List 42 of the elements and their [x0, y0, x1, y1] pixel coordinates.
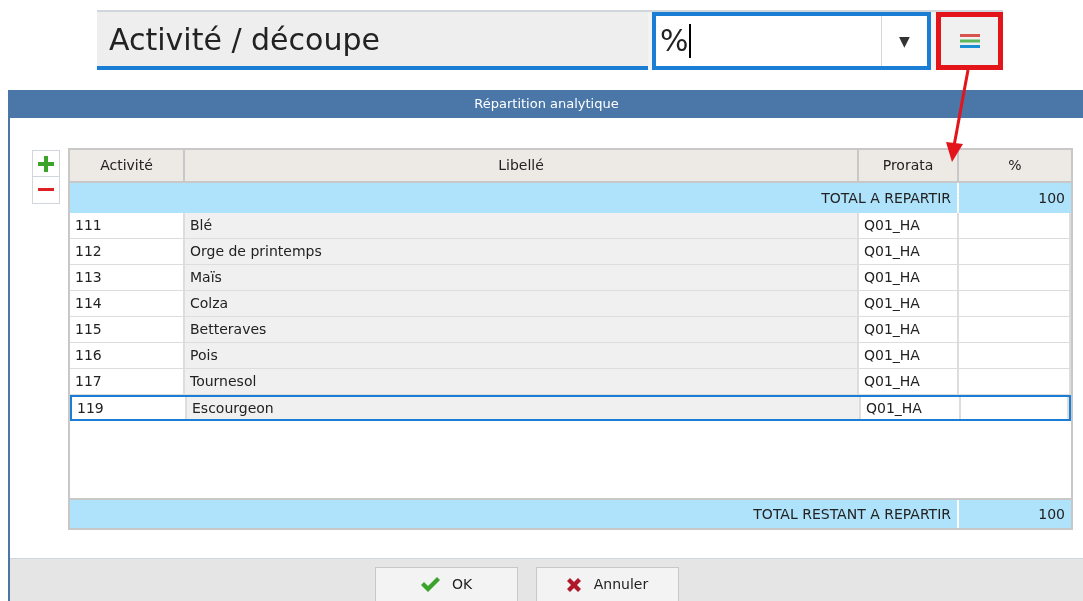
table-cell-text: Orge de printemps: [190, 242, 322, 261]
table-cell-text: 113: [75, 268, 102, 287]
table-cell-text: 112: [75, 242, 102, 261]
ok-button[interactable]: OK: [374, 567, 518, 601]
total-value: 100: [1037, 188, 1066, 208]
column-header[interactable]: Activité: [70, 150, 185, 181]
table-cell-text: Pois: [190, 346, 218, 365]
table-cell-text: Blé: [190, 216, 213, 235]
minus-icon: [38, 188, 54, 192]
table-cell-text: 114: [75, 294, 102, 313]
table-cell-text: Q01_HA: [864, 294, 920, 313]
table-cell-text: 119: [77, 398, 104, 418]
table-cell-text: Colza: [190, 294, 229, 313]
cancel-button[interactable]: Annuler: [535, 567, 679, 601]
table-cell-text: Q01_HA: [864, 216, 920, 235]
table-row[interactable]: 119 Escourgeon Q01_HA: [70, 395, 1071, 421]
close-icon: [565, 576, 582, 593]
table-cell-text: 115: [75, 320, 102, 339]
table-cell-text: Q01_HA: [864, 346, 920, 365]
table-cell-text: Q01_HA: [864, 268, 920, 287]
menu-button[interactable]: [936, 12, 1003, 70]
table-cell-text: Tournesol: [190, 372, 257, 391]
table-cell-text: 117: [75, 372, 102, 391]
check-icon: [419, 576, 440, 593]
colored-bars-icon: [959, 33, 980, 49]
field-label: Activité / découpe: [97, 12, 648, 70]
combo-box[interactable]: % ▼: [652, 12, 931, 70]
table-cell-text: Q01_HA: [866, 398, 922, 418]
table-cell-text: Q01_HA: [864, 242, 920, 261]
plus-icon: [38, 155, 54, 172]
remaining-total-value: 100: [1037, 504, 1066, 524]
table-cell-text: Maïs: [190, 268, 222, 287]
dialog-title: Répartition analytique: [10, 90, 1083, 118]
column-header[interactable]: Libellé: [185, 150, 859, 181]
table-cell-text: Betteraves: [190, 320, 267, 339]
column-header[interactable]: %: [959, 150, 1071, 181]
table-cell-text: 116: [75, 346, 102, 365]
table-cell-text: Q01_HA: [864, 372, 920, 391]
table-cell-text: 111: [75, 216, 102, 235]
table-cell-text: Escourgeon: [192, 398, 274, 418]
table-cell-text: Q01_HA: [864, 320, 920, 339]
remaining-total-label: TOTAL RESTANT A REPARTIR: [70, 500, 959, 528]
